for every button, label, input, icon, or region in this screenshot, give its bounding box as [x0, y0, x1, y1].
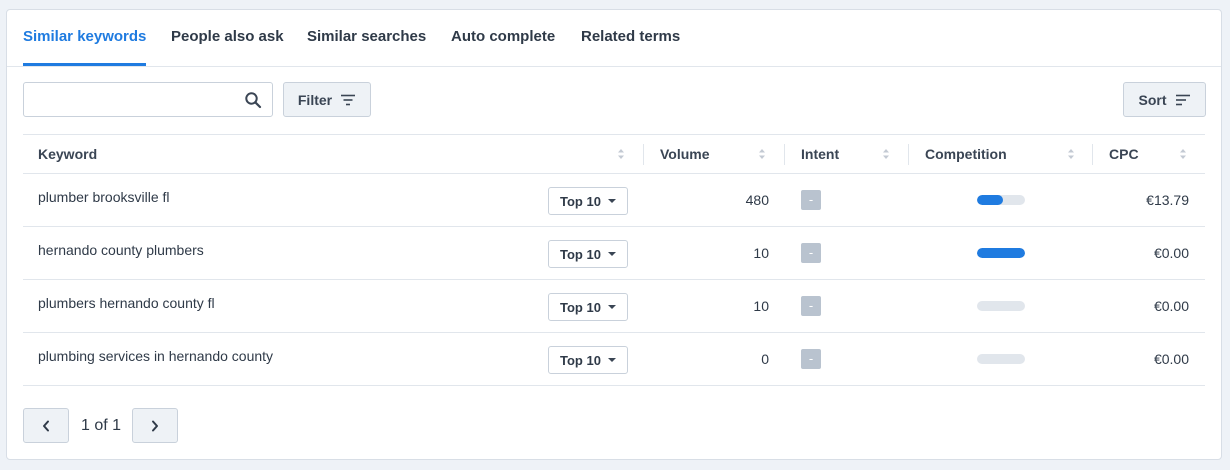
- search-icon[interactable]: [244, 91, 262, 109]
- column-divider: [784, 144, 785, 165]
- cpc-cell: €0.00: [1153, 351, 1189, 367]
- intent-badge: -: [801, 349, 821, 369]
- intent-badge: -: [801, 243, 821, 263]
- tab-similar-searches[interactable]: Similar searches: [307, 10, 426, 66]
- competition-bar: [977, 248, 1025, 258]
- sort-button[interactable]: Sort: [1123, 82, 1206, 117]
- keyword-cell: hernando county plumbers: [38, 242, 204, 258]
- volume-cell: 10: [753, 245, 769, 261]
- filter-button-label: Filter: [297, 91, 333, 108]
- keyword-cell: plumbers hernando county fl: [38, 295, 215, 311]
- table-row[interactable]: plumbing services in hernando county Top…: [23, 333, 1205, 386]
- sort-arrows-icon[interactable]: [1179, 148, 1187, 160]
- table-header: Keyword Volume Intent Competition CPC: [23, 134, 1205, 174]
- search-box: [23, 82, 273, 117]
- column-header-volume[interactable]: Volume: [660, 135, 710, 173]
- column-header-competition[interactable]: Competition: [925, 135, 1007, 173]
- search-input[interactable]: [32, 83, 241, 116]
- caret-down-icon: [608, 252, 616, 256]
- sort-arrows-icon[interactable]: [758, 148, 766, 160]
- column-divider: [643, 144, 644, 165]
- rank-dropdown[interactable]: Top 10: [548, 346, 628, 374]
- intent-badge: -: [801, 296, 821, 316]
- competition-bar-fill: [977, 248, 1025, 258]
- sort-icon: [1175, 94, 1190, 105]
- next-page-button[interactable]: [132, 408, 178, 443]
- competition-bar: [977, 195, 1025, 205]
- sort-arrows-icon[interactable]: [1067, 148, 1075, 160]
- table-row[interactable]: hernando county plumbers Top 10 10 - €0.…: [23, 227, 1205, 280]
- column-header-keyword[interactable]: Keyword: [38, 135, 97, 173]
- intent-badge: -: [801, 190, 821, 210]
- cpc-cell: €0.00: [1153, 298, 1189, 314]
- tab-people-also-ask[interactable]: People also ask: [171, 10, 284, 66]
- rank-dropdown-value: Top 10: [560, 352, 601, 368]
- table-row[interactable]: plumber brooksville fl Top 10 480 - €13.…: [23, 174, 1205, 227]
- rank-dropdown-value: Top 10: [560, 193, 601, 209]
- rank-dropdown[interactable]: Top 10: [548, 293, 628, 321]
- rank-dropdown[interactable]: Top 10: [548, 240, 628, 268]
- cpc-cell: €13.79: [1146, 192, 1189, 208]
- rank-dropdown-value: Top 10: [560, 246, 601, 262]
- competition-bar-fill: [977, 195, 1004, 205]
- tab-auto-complete[interactable]: Auto complete: [451, 10, 555, 66]
- keywords-table: Keyword Volume Intent Competition CPC pl…: [23, 134, 1205, 386]
- column-header-intent[interactable]: Intent: [801, 135, 839, 173]
- tab-related-terms[interactable]: Related terms: [581, 10, 680, 66]
- sort-button-label: Sort: [1138, 91, 1167, 108]
- tab-bar: Similar keywords People also ask Similar…: [7, 10, 1221, 67]
- caret-down-icon: [608, 305, 616, 309]
- sort-arrows-icon[interactable]: [617, 148, 625, 160]
- cpc-cell: €0.00: [1153, 245, 1189, 261]
- column-divider: [908, 144, 909, 165]
- keyword-cell: plumbing services in hernando county: [38, 348, 274, 364]
- prev-page-button[interactable]: [23, 408, 69, 443]
- caret-down-icon: [608, 199, 616, 203]
- rank-dropdown-value: Top 10: [560, 299, 601, 315]
- competition-bar: [977, 354, 1025, 364]
- keyword-card: Similar keywords People also ask Similar…: [6, 9, 1222, 460]
- volume-cell: 0: [761, 351, 769, 367]
- tab-similar-keywords[interactable]: Similar keywords: [23, 10, 147, 66]
- volume-cell: 10: [753, 298, 769, 314]
- filter-button[interactable]: Filter: [283, 82, 371, 117]
- sort-arrows-icon[interactable]: [882, 148, 890, 160]
- column-header-cpc[interactable]: CPC: [1109, 135, 1139, 173]
- filter-icon: [341, 94, 356, 105]
- column-divider: [1092, 144, 1093, 165]
- competition-bar: [977, 301, 1025, 311]
- caret-down-icon: [608, 358, 616, 362]
- volume-cell: 480: [745, 192, 769, 208]
- page-indicator: 1 of 1: [81, 417, 122, 434]
- chevron-left-icon: [43, 420, 49, 431]
- table-row[interactable]: plumbers hernando county fl Top 10 10 - …: [23, 280, 1205, 333]
- chevron-right-icon: [152, 420, 158, 431]
- rank-dropdown[interactable]: Top 10: [548, 187, 628, 215]
- keyword-cell: plumber brooksville fl: [38, 189, 170, 205]
